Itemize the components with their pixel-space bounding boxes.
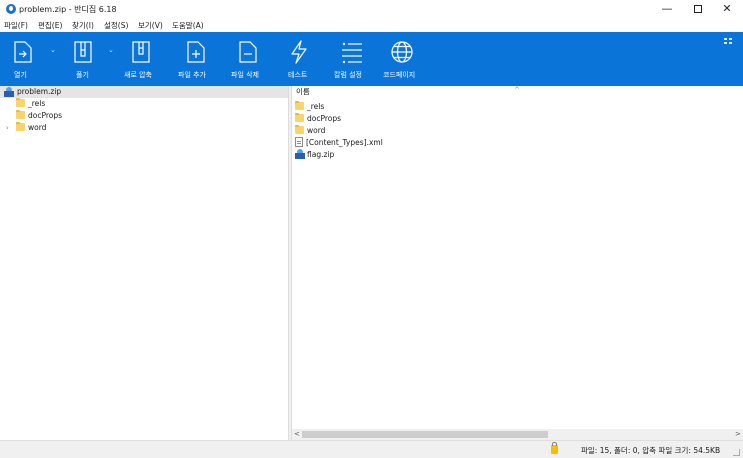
list-item-label: flag.zip [307,150,335,159]
test-label: 테스트 [288,71,308,79]
column-header-name[interactable]: 이름 ^ [292,86,743,98]
menu-bar: 파일(F) 편집(E) 찾기(I) 설정(S) 보기(V) 도움말(A) [0,18,743,32]
open-label: 열기 [14,71,27,79]
new-archive-label: 새로 압축 [124,71,152,79]
list-item[interactable]: flag.zip [295,149,334,161]
open-button[interactable]: 열기 [8,32,40,86]
add-file-label: 파일 추가 [178,71,206,79]
window-title: problem.zip - 반디집 6.18 [19,5,117,14]
delete-file-icon [239,41,257,63]
horizontal-scrollbar[interactable]: < > [292,429,743,440]
tree-item-word[interactable]: word [16,122,46,134]
new-archive-icon [132,41,150,63]
list-item[interactable]: _rels [295,101,324,113]
scroll-left-icon[interactable]: < [294,429,300,440]
list-item-label: docProps [307,114,342,123]
tree-item-docprops[interactable]: docProps [16,110,62,122]
menu-help[interactable]: 도움말(A) [172,20,204,31]
add-file-icon [187,41,205,63]
file-list-panel: 이름 ^ _rels docProps word [Content_Types]… [292,86,743,440]
folder-icon [295,101,304,110]
expand-chevron-icon[interactable]: › [6,122,9,134]
sort-ascending-icon: ^ [514,86,520,94]
tree-item-label: docProps [28,111,63,120]
column-settings-label: 칼럼 설정 [334,71,362,79]
column-header-label: 이름 [296,87,310,96]
test-button[interactable]: 테스트 [284,32,316,86]
list-item[interactable]: word [295,125,325,137]
minimize-button[interactable]: — [652,1,682,17]
tree-root-archive[interactable]: problem.zip [0,86,288,98]
list-icon [342,42,362,64]
menu-view[interactable]: 보기(V) [138,20,163,31]
open-icon [14,41,32,63]
menu-file[interactable]: 파일(F) [4,20,28,31]
globe-icon [391,41,413,63]
list-item[interactable]: docProps [295,113,341,125]
codepage-button[interactable]: 코드페이지 [382,32,426,86]
tree-item-label: _rels [28,99,46,108]
delete-file-button[interactable]: 파일 삭제 [228,32,270,86]
column-settings-button[interactable]: 칼럼 설정 [332,32,374,86]
extract-button[interactable]: 풀기 [66,32,102,86]
close-button[interactable]: ✕ [712,1,742,17]
status-text: 파일: 15, 폴더: 0, 압축 파일 크기: 54.5KB [581,446,721,455]
list-item-label: _rels [307,102,325,111]
extract-dropdown-icon[interactable]: ⌄ [108,46,114,54]
lock-icon [551,442,558,454]
toolbar: 열기 ⌄ 풀기 ⌄ 새로 압축 파일 추가 파일 삭제 테스트 칼럼 설정 코드… [0,32,743,86]
tree-root-label: problem.zip [17,87,62,96]
lightning-icon [291,40,307,64]
folder-icon [295,113,304,122]
layout-grid-icon[interactable] [724,38,733,45]
delete-file-label: 파일 삭제 [231,71,259,79]
maximize-icon [694,5,702,13]
folder-icon [16,110,25,119]
tree-item-rels[interactable]: _rels [16,98,45,110]
resize-grip-icon[interactable] [733,449,740,456]
xml-file-icon [295,137,303,147]
open-dropdown-icon[interactable]: ⌄ [50,46,56,54]
list-item[interactable]: [Content_Types].xml [295,137,383,149]
status-bar: 파일: 15, 폴더: 0, 압축 파일 크기: 54.5KB [0,440,743,458]
add-file-button[interactable]: 파일 추가 [176,32,216,86]
list-item-label: word [307,126,326,135]
folder-tree-panel: problem.zip _rels docProps › word [0,86,288,440]
scroll-right-icon[interactable]: > [735,429,741,440]
folder-icon [16,122,25,131]
codepage-label: 코드페이지 [383,71,416,79]
menu-settings[interactable]: 설정(S) [104,20,128,31]
list-item-label: [Content_Types].xml [306,138,383,147]
title-bar: problem.zip - 반디집 6.18 — ✕ [0,0,743,18]
archive-icon [4,87,14,97]
maximize-button[interactable] [683,1,713,17]
extract-label: 풀기 [76,71,89,79]
scrollbar-thumb[interactable] [302,431,548,438]
zip-file-icon [295,149,305,159]
menu-find[interactable]: 찾기(I) [72,20,94,31]
folder-icon [295,125,304,134]
tree-item-label: word [28,123,47,132]
new-archive-button[interactable]: 새로 압축 [122,32,162,86]
bandizip-app-icon [6,4,16,14]
extract-icon [74,41,92,63]
menu-edit[interactable]: 편집(E) [38,20,62,31]
folder-icon [16,98,25,107]
